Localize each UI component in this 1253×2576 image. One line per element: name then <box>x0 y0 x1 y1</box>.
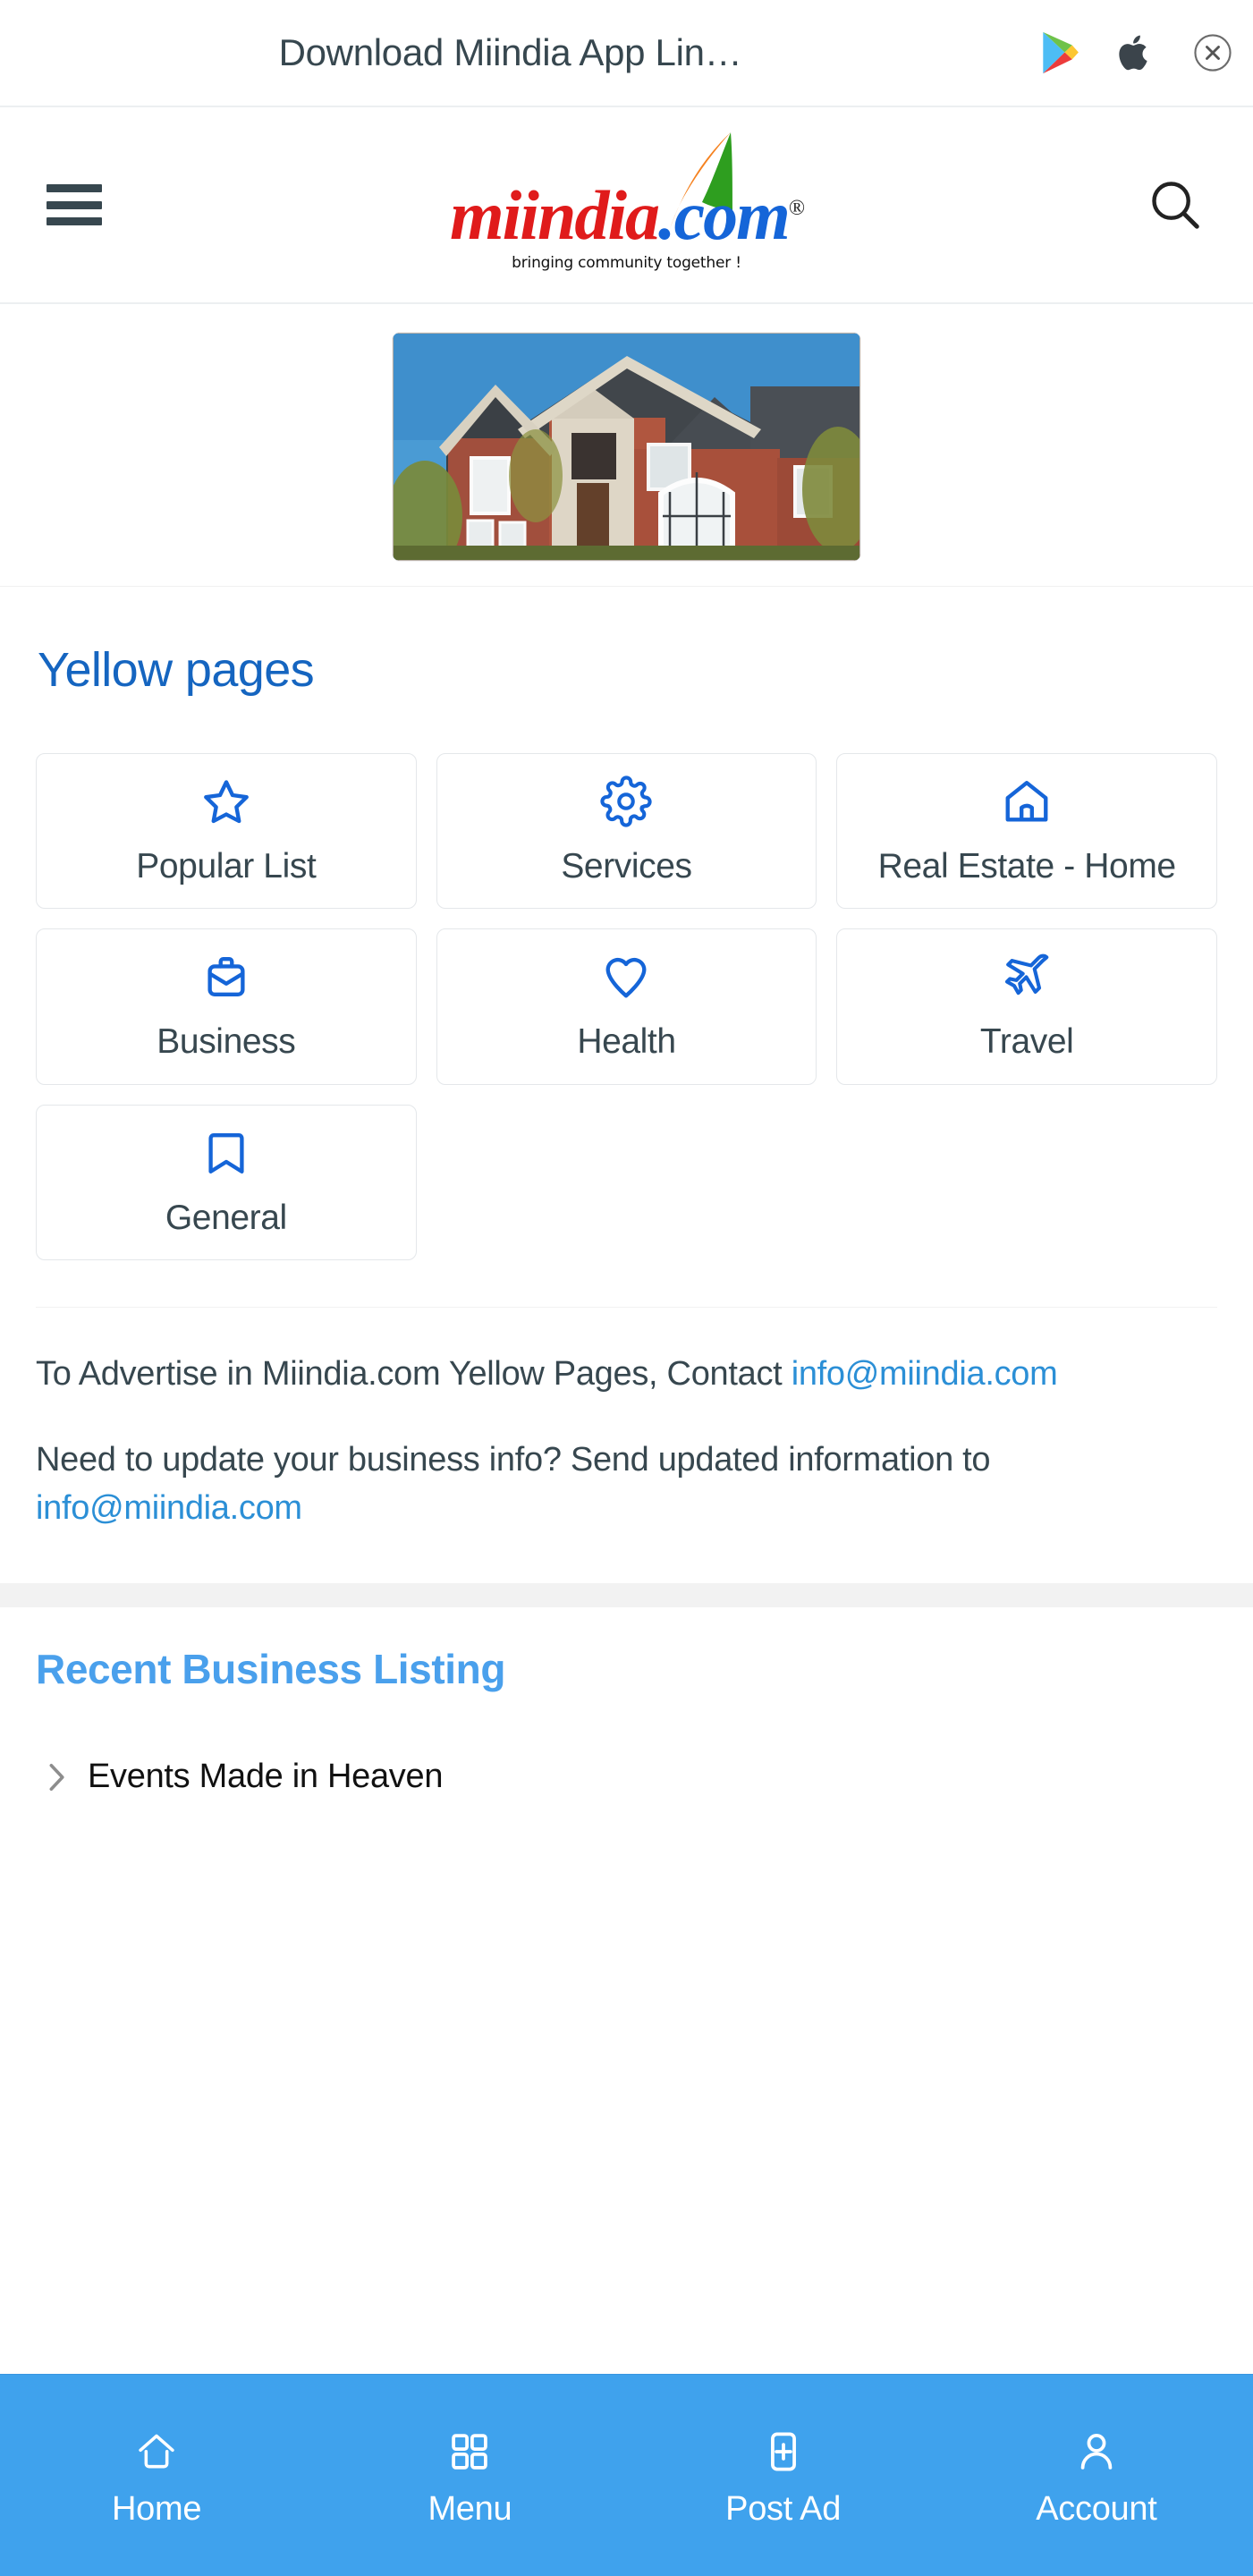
google-play-icon[interactable] <box>1040 30 1079 75</box>
category-card-travel[interactable]: Travel <box>836 928 1217 1085</box>
registered-mark: ® <box>788 197 805 220</box>
brand-tagline: bringing community together ! <box>512 254 741 272</box>
hamburger-bar <box>47 217 102 225</box>
advertise-email-link[interactable]: info@miindia.com <box>792 1355 1058 1393</box>
home-icon <box>1001 775 1053 847</box>
category-card-label: Health <box>577 1022 676 1062</box>
apple-icon[interactable] <box>1117 30 1155 75</box>
yellow-pages-title[interactable]: Yellow pages <box>36 642 1217 698</box>
nav-item-label: Menu <box>428 2490 512 2528</box>
category-card-label: General <box>165 1198 287 1237</box>
nav-item-account[interactable]: Account <box>940 2422 1253 2529</box>
app-download-banner: Download Miindia App Lin… <box>0 0 1253 107</box>
category-card-popular-list[interactable]: Popular List <box>36 753 417 910</box>
recent-business-listing-title: Recent Business Listing <box>36 1646 506 1693</box>
bookmark-icon <box>200 1127 252 1199</box>
section-divider <box>0 1584 1253 1608</box>
person-icon <box>1074 2429 1119 2474</box>
home-outline-icon <box>134 2429 179 2474</box>
nav-item-label: Account <box>1036 2490 1157 2528</box>
app-banner-icon-group <box>1040 30 1233 75</box>
grid-squares-icon <box>447 2429 492 2474</box>
page-root: Download Miindia App Lin… miindia.com® b… <box>0 0 1253 2576</box>
nav-item-label: Home <box>112 2490 202 2528</box>
nav-item-home[interactable]: Home <box>0 2422 313 2529</box>
update-info-text: Need to update your business info? Send … <box>36 1441 991 1479</box>
recent-business-listing-section: Recent Business Listing Events Made in H… <box>0 1607 1253 1824</box>
nav-item-label: Post Ad <box>725 2490 842 2528</box>
close-icon[interactable] <box>1192 32 1233 73</box>
category-card-label: Business <box>157 1022 296 1062</box>
yellow-pages-grid: Popular List Services Real Estate - Home… <box>36 753 1217 1309</box>
briefcase-icon <box>200 951 252 1022</box>
update-email-link[interactable]: info@miindia.com <box>36 1489 302 1527</box>
banner-ad-image[interactable] <box>393 333 860 561</box>
hamburger-bar <box>47 184 102 192</box>
gear-icon <box>600 775 653 847</box>
hamburger-menu-icon[interactable] <box>47 184 102 225</box>
category-card-label: Services <box>561 847 692 886</box>
brand-name-secondary: .com <box>658 176 791 254</box>
heart-icon <box>600 951 652 1022</box>
category-card-services[interactable]: Services <box>436 753 817 910</box>
brand-name-primary: miindia <box>449 176 660 254</box>
category-card-label: Popular List <box>136 847 317 886</box>
update-info-paragraph: Need to update your business info? Send … <box>36 1436 1217 1533</box>
category-card-real-estate-home[interactable]: Real Estate - Home <box>836 753 1217 910</box>
category-card-label: Real Estate - Home <box>877 847 1177 886</box>
nav-item-menu[interactable]: Menu <box>313 2422 626 2529</box>
list-item-label: Events Made in Heaven <box>88 1758 444 1796</box>
site-header: miindia.com® bringing community together… <box>0 107 1253 304</box>
category-card-business[interactable]: Business <box>36 928 417 1085</box>
advertisement-section <box>0 304 1253 587</box>
bottom-navigation-bar: Home Menu Post Ad Account <box>0 2374 1253 2576</box>
list-item[interactable]: Events Made in Heaven <box>36 1752 1217 1823</box>
category-card-general[interactable]: General <box>36 1104 417 1261</box>
category-card-label: Travel <box>979 1022 1074 1062</box>
chevron-right-icon <box>45 1762 68 1792</box>
advertise-info-section: To Advertise in Miindia.com Yellow Pages… <box>0 1308 1253 1585</box>
advertise-paragraph: To Advertise in Miindia.com Yellow Pages… <box>36 1351 1217 1399</box>
brand-wordmark: miindia.com® <box>450 174 805 250</box>
site-logo[interactable]: miindia.com® bringing community together… <box>448 132 806 272</box>
category-card-health[interactable]: Health <box>436 928 817 1085</box>
nav-item-post-ad[interactable]: Post Ad <box>627 2422 940 2529</box>
star-icon <box>200 775 252 847</box>
airplane-icon <box>1001 951 1053 1022</box>
search-icon[interactable] <box>1147 177 1203 233</box>
advertise-text: To Advertise in Miindia.com Yellow Pages… <box>36 1355 792 1394</box>
hamburger-bar <box>47 200 102 209</box>
plus-box-icon <box>761 2429 806 2474</box>
yellow-pages-section: Yellow pages Popular List Services Real … <box>0 587 1253 1309</box>
